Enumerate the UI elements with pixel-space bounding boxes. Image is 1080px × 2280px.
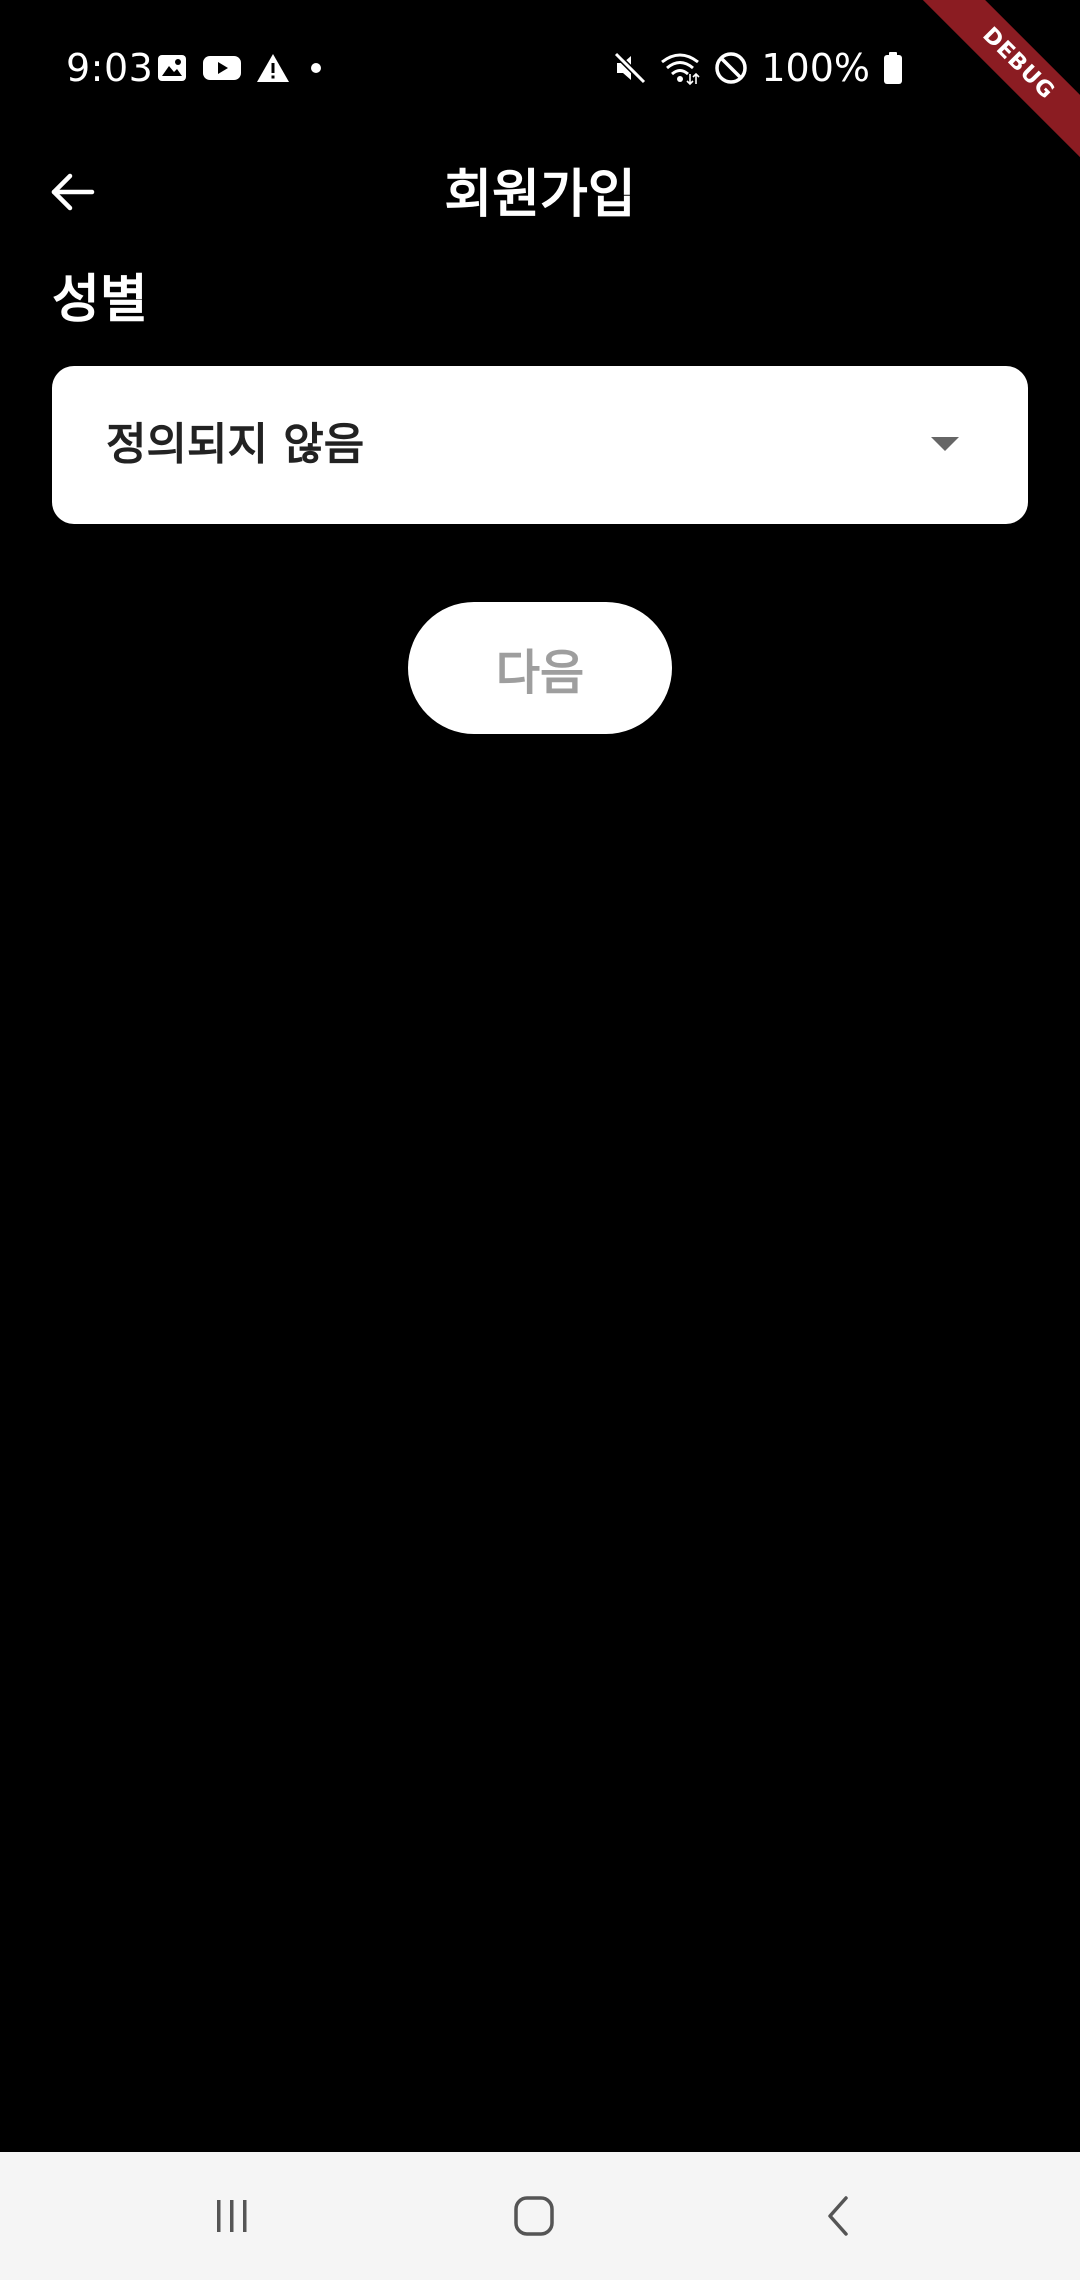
status-time: 9:03 — [66, 46, 154, 90]
system-back-button[interactable] — [798, 2176, 878, 2256]
wifi-icon — [659, 50, 701, 86]
app-bar: 회원가입 — [0, 136, 1080, 236]
dropdown-arrow-icon — [930, 434, 960, 454]
gender-dropdown[interactable]: 정의되지 않음 — [52, 366, 1028, 524]
battery-percent: 100% — [761, 46, 870, 90]
gender-label: 성별 — [52, 270, 148, 330]
youtube-icon — [202, 52, 242, 84]
image-icon — [156, 52, 188, 84]
do-not-disturb-icon — [713, 50, 749, 86]
warning-icon — [256, 52, 290, 84]
page-title: 회원가입 — [444, 165, 636, 225]
notification-icons — [156, 50, 328, 86]
next-button[interactable]: 다음 — [408, 602, 672, 734]
home-icon — [510, 2192, 558, 2240]
system-icons: 100% — [613, 42, 904, 94]
recents-button[interactable] — [192, 2176, 272, 2256]
battery-icon — [882, 50, 904, 86]
navigation-bar — [0, 2152, 1080, 2280]
mute-icon — [613, 50, 647, 86]
back-icon — [816, 2192, 860, 2240]
status-bar: 9:03 100% — [0, 0, 1080, 136]
recents-icon — [210, 2194, 254, 2238]
gender-selected-value: 정의되지 않음 — [106, 419, 365, 470]
signup-screen: 9:03 100% DEBUG 회원가입 성별 정의되지 않음 다음 — [0, 0, 1080, 2280]
home-button[interactable] — [494, 2176, 574, 2256]
dot-icon — [304, 52, 328, 84]
